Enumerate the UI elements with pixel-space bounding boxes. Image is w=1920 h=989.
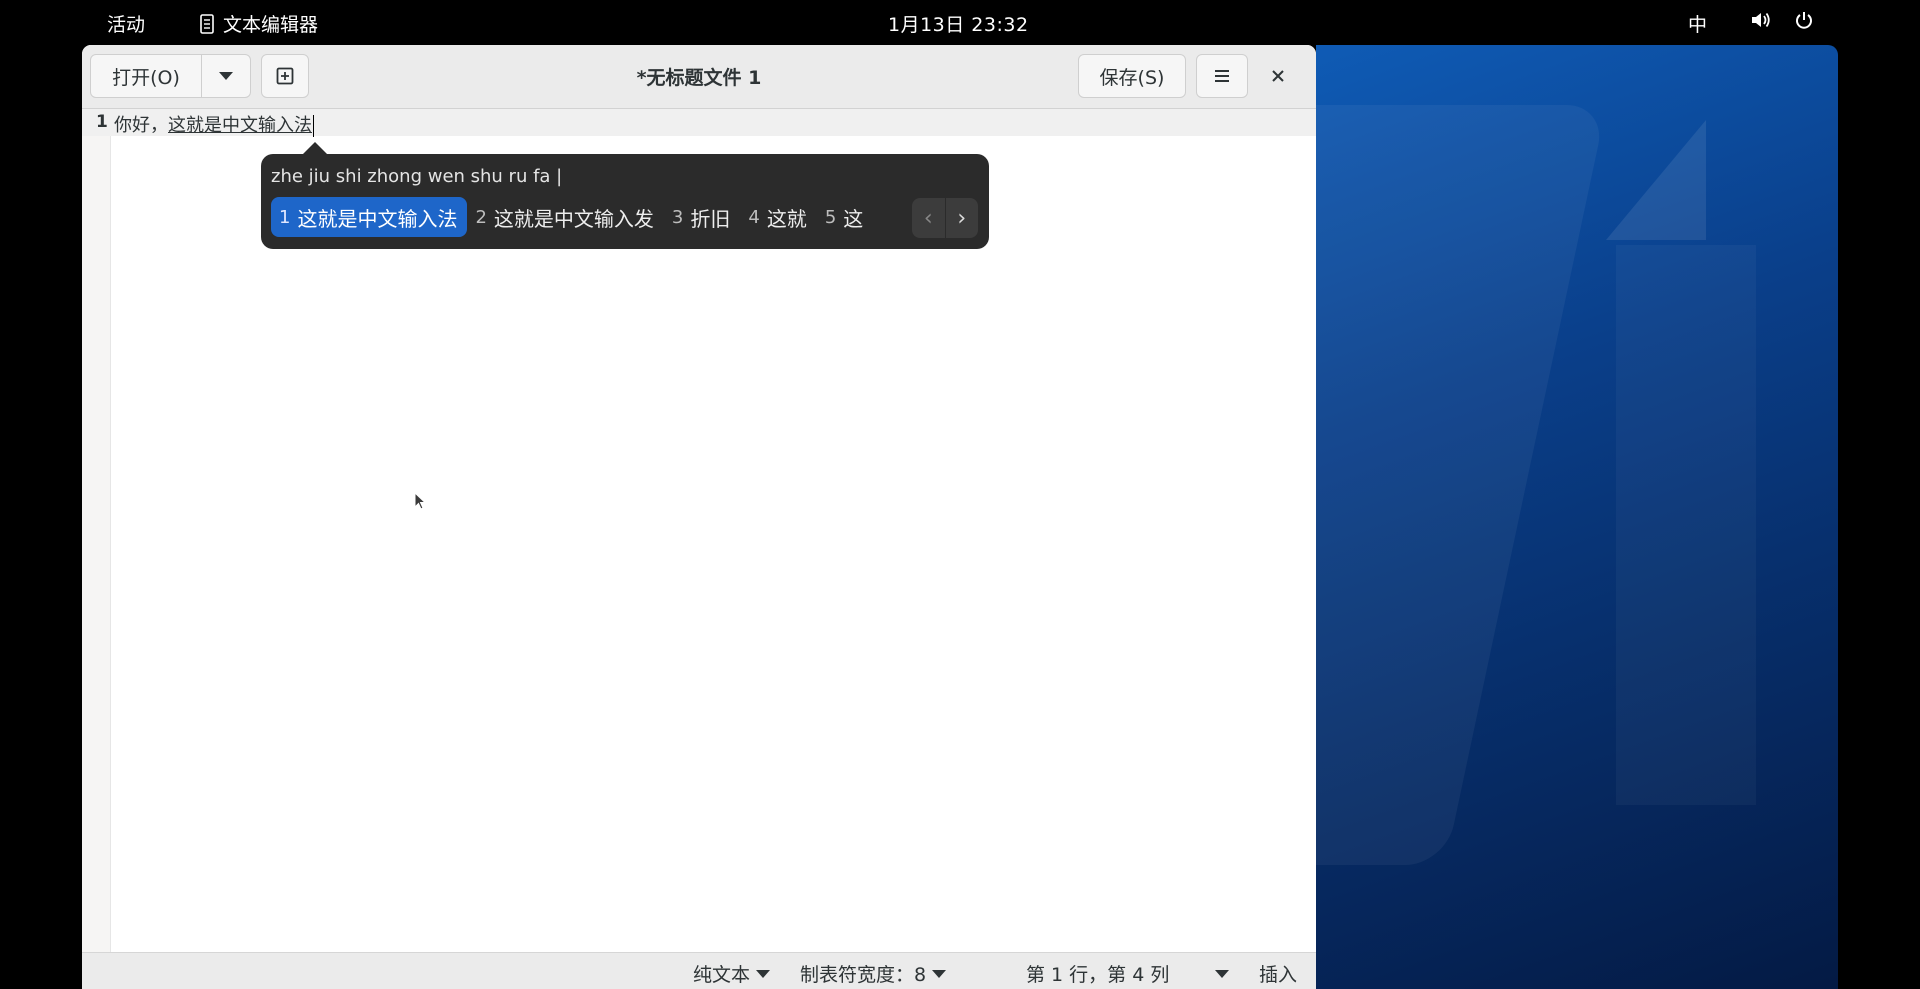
ime-preedit: zhe jiu shi zhong wen shu ru fa |	[271, 166, 563, 187]
candidate-text: 这	[843, 206, 864, 231]
input-method-indicator[interactable]: 中	[1688, 10, 1707, 37]
insert-mode-indicator[interactable]: 插入	[1259, 960, 1297, 987]
open-button-label: 打开(O)	[112, 66, 180, 89]
open-recent-dropdown[interactable]	[201, 54, 251, 98]
chevron-down-icon	[932, 969, 947, 978]
activities-button[interactable]: 活动	[107, 10, 145, 37]
language-selector[interactable]: 纯文本	[693, 960, 771, 987]
ime-candidate-list: 1 这就是中文输入法 2 这就是中文输入发 3 折旧 4 这就 5 这	[271, 197, 873, 237]
tab-width-label: 制表符宽度：8	[800, 964, 927, 986]
cursor-position-selector[interactable]: 第 1 行，第 4 列	[1026, 960, 1230, 987]
text-line[interactable]: 你好，这就是中文输入法	[114, 111, 314, 137]
ime-candidate[interactable]: 5 这	[817, 197, 873, 237]
candidate-number: 5	[824, 206, 837, 228]
volume-icon[interactable]	[1750, 10, 1772, 35]
candidate-number: 3	[671, 206, 684, 228]
ime-page-nav: ‹ ›	[912, 198, 978, 238]
line-number: 1	[96, 112, 108, 132]
candidate-number: 4	[748, 206, 760, 228]
candidate-text: 这就	[766, 206, 807, 231]
clock[interactable]: 1月13日 23:32	[888, 10, 1029, 37]
chevron-right-icon[interactable]: ›	[946, 198, 979, 238]
document-title: *无标题文件 1	[636, 67, 762, 89]
line-number-gutter	[82, 109, 111, 952]
app-menu-label: 文本编辑器	[223, 14, 319, 36]
app-menu[interactable]: 文本编辑器	[199, 10, 318, 37]
mouse-pointer-icon	[414, 491, 427, 514]
desktop-wallpaper	[1316, 45, 1838, 989]
preedit-text: 这就是中文输入法	[168, 115, 312, 136]
language-label: 纯文本	[693, 964, 751, 986]
save-button[interactable]: 保存(S)	[1078, 54, 1186, 98]
status-bar: 纯文本 制表符宽度：8 第 1 行，第 4 列 插入	[82, 952, 1316, 989]
new-tab-button[interactable]	[261, 54, 309, 98]
candidate-number: 1	[279, 206, 291, 228]
candidate-number: 2	[475, 206, 487, 228]
power-icon[interactable]	[1794, 10, 1814, 35]
new-document-icon	[276, 67, 294, 85]
close-icon	[1272, 70, 1284, 82]
ime-candidate[interactable]: 3 折旧	[664, 197, 740, 237]
save-button-label: 保存(S)	[1099, 66, 1165, 89]
candidate-text: 这就是中文输入发	[493, 206, 654, 231]
tab-width-selector[interactable]: 制表符宽度：8	[800, 960, 947, 987]
close-window-button[interactable]	[1260, 58, 1296, 94]
ime-candidate-popup: zhe jiu shi zhong wen shu ru fa | 1 这就是中…	[261, 142, 989, 249]
popup-pointer	[303, 142, 327, 154]
chevron-down-icon	[219, 72, 233, 80]
text-caret	[313, 115, 314, 137]
text-editor-icon	[200, 13, 214, 34]
ime-candidate[interactable]: 1 这就是中文输入法	[271, 197, 468, 237]
ime-candidate[interactable]: 2 这就是中文输入发	[467, 197, 663, 237]
open-button[interactable]: 打开(O)	[90, 54, 202, 98]
chevron-down-icon	[756, 969, 771, 978]
insert-mode-label: 插入	[1259, 964, 1298, 986]
cursor-position-label: 第 1 行，第 4 列	[1026, 964, 1170, 986]
top-bar: 活动 文本编辑器 1月13日 23:32 中	[0, 0, 1920, 45]
text-area[interactable]	[111, 136, 1316, 952]
main-menu-button[interactable]	[1196, 54, 1248, 98]
candidate-text: 这就是中文输入法	[297, 206, 458, 231]
header-bar: 打开(O) *无标题文件 1 保存(S)	[82, 45, 1316, 109]
chevron-down-icon	[1215, 969, 1230, 978]
candidate-text: 折旧	[690, 206, 731, 231]
ime-candidate[interactable]: 4 这就	[740, 197, 816, 237]
chevron-left-icon[interactable]: ‹	[912, 198, 946, 238]
hamburger-menu-icon	[1215, 70, 1229, 82]
committed-text: 你好，	[114, 115, 168, 136]
